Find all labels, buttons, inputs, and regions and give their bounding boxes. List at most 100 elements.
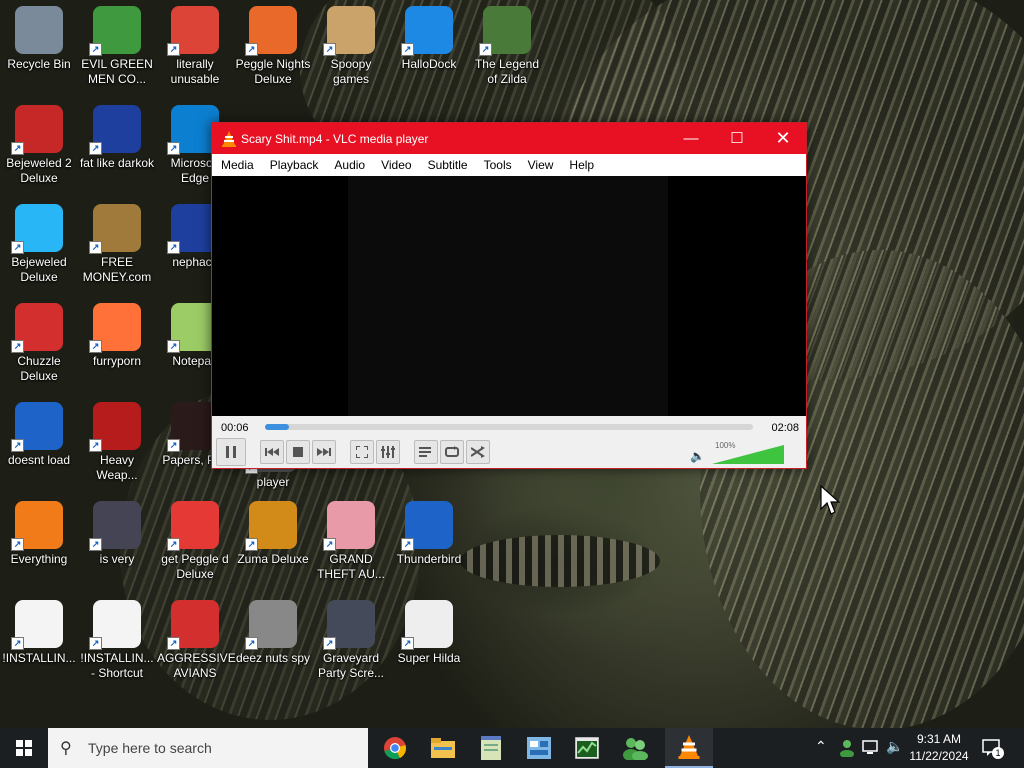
shortcut-arrow-icon: ↗ [479, 43, 492, 56]
shuffle-icon [471, 446, 485, 458]
desktop-icon-label: GRAND THEFT AU... [317, 552, 385, 581]
shortcut-arrow-icon: ↗ [245, 43, 258, 56]
minimize-button[interactable]: — [668, 123, 714, 154]
money-bag-icon: ↗ [89, 204, 141, 254]
shortcut-arrow-icon: ↗ [167, 43, 180, 56]
fullscreen-button[interactable] [350, 440, 374, 464]
desktop-icon[interactable]: ↗ Super Hilda [390, 596, 468, 666]
volume-tray-icon[interactable]: 🔈 [886, 738, 903, 755]
menu-view[interactable]: View [520, 154, 562, 176]
menu-audio[interactable]: Audio [326, 154, 373, 176]
menu-playback[interactable]: Playback [262, 154, 327, 176]
shortcut-arrow-icon: ↗ [401, 538, 414, 551]
action-center-button[interactable]: 1 [982, 738, 1004, 759]
menu-tools[interactable]: Tools [476, 154, 520, 176]
taskbar-task-manager[interactable] [563, 728, 611, 768]
desktop-icon[interactable]: ↗ Peggle Nights Deluxe [234, 2, 312, 87]
desktop-icon[interactable]: ↗ Thunderbird [390, 497, 468, 567]
vlc-window[interactable]: Scary Shit.mp4 - VLC media player — ☐ ✕ … [211, 122, 807, 469]
desktop-icon-label: EVIL GREEN MEN CO... [81, 57, 153, 86]
volume-control[interactable]: 🔈 100% [690, 441, 800, 467]
vlc-titlebar[interactable]: Scary Shit.mp4 - VLC media player — ☐ ✕ [212, 123, 806, 154]
volume-slider[interactable] [712, 445, 788, 465]
video-area[interactable] [212, 176, 806, 416]
menu-video[interactable]: Video [373, 154, 419, 176]
desktop-icon[interactable]: ↗ literally unusable [156, 2, 234, 87]
speaker-icon[interactable]: 🔈 [690, 449, 705, 463]
windows-shield-icon: ↗ [401, 6, 453, 56]
graveyard-icon: ↗ [323, 600, 375, 650]
total-time: 02:08 [771, 422, 799, 434]
mpl-icon: ↗ [89, 105, 141, 155]
desktop-icon[interactable]: ↗ furryporn [78, 299, 156, 369]
desktop-icon[interactable]: ↗ Chuzzle Deluxe [0, 299, 78, 384]
start-button[interactable] [0, 728, 48, 768]
windows-stack-icon: ↗ [245, 600, 297, 650]
desktop-icon[interactable]: ↗ Everything [0, 497, 78, 567]
stop-button[interactable] [286, 440, 310, 464]
taskbar-control-panel[interactable] [515, 728, 563, 768]
shortcut-arrow-icon: ↗ [401, 43, 414, 56]
extended-settings-button[interactable] [376, 440, 400, 464]
desktop-icon[interactable]: ↗ GRAND THEFT AU... [312, 497, 390, 582]
desktop-icon-label: AGGRESSIVE AVIANS [157, 651, 236, 680]
shuffle-button[interactable] [466, 440, 490, 464]
menu-help[interactable]: Help [561, 154, 602, 176]
taskbar-vlc[interactable] [665, 728, 713, 768]
desktop-icon[interactable]: ↗ AGGRESSIVE AVIANS [156, 596, 236, 681]
bejeweled2-icon: ↗ [11, 105, 63, 155]
desktop-icon[interactable]: ↗ is very [78, 497, 156, 567]
loop-button[interactable] [440, 440, 464, 464]
search-box[interactable]: ⚲ Type here to search [48, 728, 368, 768]
menu-media[interactable]: Media [213, 154, 262, 176]
tray-messenger-icon[interactable] [838, 739, 856, 757]
previous-button[interactable] [260, 440, 284, 464]
menu-subtitle[interactable]: Subtitle [420, 154, 476, 176]
seek-slider[interactable] [265, 424, 753, 430]
desktop-icon[interactable]: ↗ fat like darkok [78, 101, 156, 171]
recycle-bin-icon [15, 6, 63, 54]
desktop-icon[interactable]: ↗ doesnt load [0, 398, 78, 468]
desktop-icon-label: literally unusable [170, 57, 220, 86]
shortcut-arrow-icon: ↗ [323, 538, 336, 551]
clock[interactable]: 9:31 AM 11/22/2024 [905, 731, 973, 765]
shortcut-arrow-icon: ↗ [323, 637, 336, 650]
desktop-icon-label: Bejeweled Deluxe [11, 255, 67, 284]
desktop-icon[interactable]: ↗ Zuma Deluxe [234, 497, 312, 567]
desktop-icon[interactable]: ↗ get Peggle d Deluxe [156, 497, 234, 582]
shortcut-arrow-icon: ↗ [89, 637, 102, 650]
vlc-icon [222, 131, 236, 147]
desktop-icon[interactable]: ↗ deez nuts spy [234, 596, 312, 666]
taskbar-messenger[interactable] [611, 728, 659, 768]
desktop-icon[interactable]: ↗ Bejeweled Deluxe [0, 200, 78, 285]
network-icon[interactable] [862, 740, 880, 756]
desktop-icon[interactable]: ↗ FREE MONEY.com [78, 200, 156, 285]
desktop-icon[interactable]: Recycle Bin [0, 2, 78, 72]
shortcut-arrow-icon: ↗ [167, 340, 180, 353]
desktop-icon[interactable]: ↗ HalloDock [390, 2, 468, 72]
desktop-icon[interactable]: ↗ Heavy Weap... [78, 398, 156, 483]
taskbar-file-explorer[interactable] [419, 728, 467, 768]
next-icon [317, 448, 331, 456]
next-button[interactable] [312, 440, 336, 464]
desktop-icon[interactable]: ↗ EVIL GREEN MEN CO... [78, 2, 156, 87]
clock-date: 11/22/2024 [909, 749, 969, 763]
taskbar-notepad[interactable] [467, 728, 515, 768]
desktop-icon[interactable]: ↗ !INSTALLIN... - Shortcut [78, 596, 156, 681]
desktop-icon[interactable]: ↗ Graveyard Party Scre... [312, 596, 390, 681]
close-button[interactable]: ✕ [760, 123, 806, 154]
desktop-icon[interactable]: ↗ The Legend of Zilda [468, 2, 546, 87]
pause-button[interactable] [216, 438, 246, 466]
desktop-icon[interactable]: ↗ !INSTALLIN... [0, 596, 78, 666]
desktop-icon[interactable]: ↗ Bejeweled 2 Deluxe [0, 101, 78, 186]
maximize-button[interactable]: ☐ [714, 123, 760, 154]
show-hidden-icons-chevron-icon[interactable]: ⌃ [815, 738, 827, 755]
shortcut-arrow-icon: ↗ [323, 43, 336, 56]
search-icon: ⚲ [60, 740, 72, 757]
desktop-icon[interactable]: ↗ Spoopy games [312, 2, 390, 87]
taskbar-chrome[interactable] [371, 728, 419, 768]
seek-bar-row: 00:06 02:08 [212, 416, 806, 438]
shortcut-arrow-icon: ↗ [11, 340, 24, 353]
playlist-button[interactable] [414, 440, 438, 464]
desktop-icon-label: Heavy Weap... [96, 453, 138, 482]
